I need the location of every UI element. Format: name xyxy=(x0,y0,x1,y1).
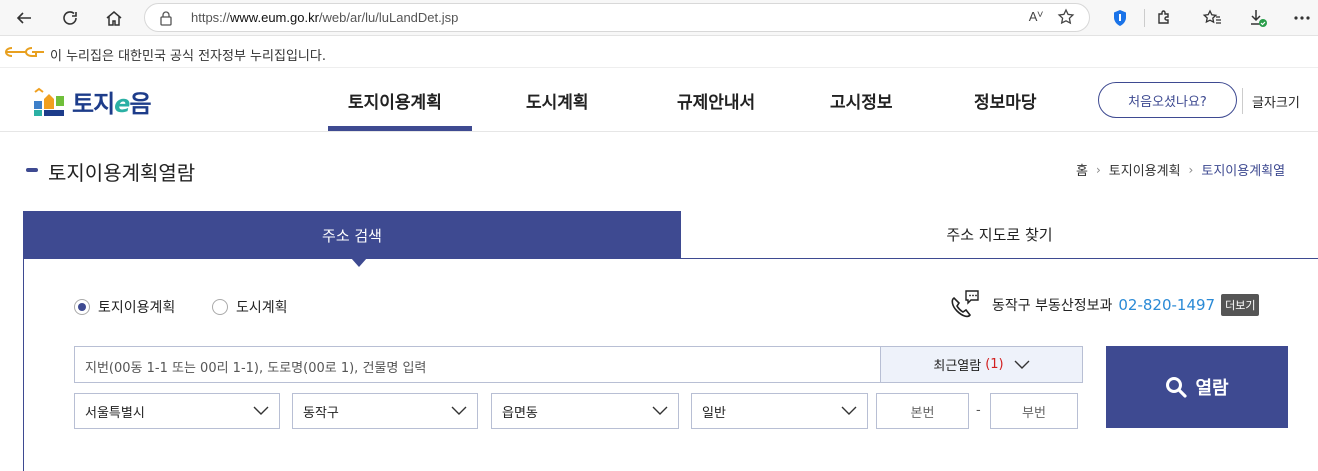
breadcrumb-current: 토지이용계획열 xyxy=(1201,164,1286,179)
first-visit-button[interactable]: 처음오셨나요? xyxy=(1098,82,1237,118)
sido-select[interactable]: 서울특별시 xyxy=(74,393,280,429)
emd-select[interactable]: 읍면동 xyxy=(491,393,679,429)
puzzle-icon xyxy=(1158,10,1169,24)
radio-dot xyxy=(78,303,86,311)
sigungu-select[interactable]: 동작구 xyxy=(292,393,478,429)
chevron-down-icon xyxy=(1014,360,1030,369)
radio-circle[interactable] xyxy=(212,299,228,315)
favorites-button[interactable] xyxy=(1198,4,1226,32)
nav-notice-info[interactable]: 고시정보 xyxy=(830,88,893,113)
downloads-button[interactable] xyxy=(1244,4,1272,32)
page-title: 토지이용계획열람 xyxy=(48,161,196,185)
chevron-down-icon xyxy=(451,406,467,415)
address-bar[interactable]: https://www.eum.go.kr/web/ar/lu/luLandDe… xyxy=(144,3,1090,32)
font-size-button[interactable]: 글자크기 xyxy=(1252,92,1300,111)
emd-value: 읍면동 xyxy=(502,405,538,421)
address-search-input[interactable]: 지번(00동 1-1 또는 00리 1-1), 도로명(00로 1), 건물명 … xyxy=(74,346,881,383)
recent-count: (1) xyxy=(985,357,1004,372)
sigungu-value: 동작구 xyxy=(303,405,339,421)
recent-label: 최근열람 xyxy=(933,359,982,374)
gov-banner: 이 누리집은 대한민국 공식 전자정부 누리집입니다. xyxy=(0,36,1318,68)
sido-value: 서울특별시 xyxy=(85,405,145,421)
refresh-icon xyxy=(63,11,77,25)
arrow-left-icon xyxy=(16,12,31,24)
lot-dash: - xyxy=(976,403,981,418)
ellipsis-icon xyxy=(1294,16,1310,20)
home-button[interactable] xyxy=(100,4,128,32)
search-icon xyxy=(1166,377,1188,398)
title-marker xyxy=(26,168,38,172)
radio-urban-plan[interactable]: 도시계획 xyxy=(212,297,288,317)
tab-map-search[interactable]: 주소 지도로 찾기 xyxy=(681,211,1318,259)
radio-land-use-plan[interactable]: 토지이용계획 xyxy=(74,297,175,317)
sub-lot-input[interactable]: 부번 xyxy=(990,393,1078,429)
breadcrumb-home[interactable]: 홈 xyxy=(1076,160,1088,179)
star-icon[interactable] xyxy=(1057,8,1075,26)
back-button[interactable] xyxy=(10,4,38,32)
shield-extension-button[interactable] xyxy=(1106,4,1134,32)
active-menu-underline xyxy=(328,126,472,131)
download-icon xyxy=(1251,10,1267,27)
nav-urban-plan[interactable]: 도시계획 xyxy=(526,88,589,113)
land-type-value: 일반 xyxy=(702,405,726,421)
phone-number[interactable]: 02-820-1497 xyxy=(1118,296,1215,314)
url-text[interactable]: https://www.eum.go.kr/web/ar/lu/luLandDe… xyxy=(191,10,458,25)
radio-label: 도시계획 xyxy=(236,300,288,316)
nav-regulation-guide[interactable]: 규제안내서 xyxy=(677,88,755,113)
toolbar-divider xyxy=(1144,9,1145,27)
refresh-button[interactable] xyxy=(56,4,84,32)
view-button-label: 열람 xyxy=(1195,378,1229,399)
chevron-right-icon: › xyxy=(1095,162,1101,177)
gov-banner-text: 이 누리집은 대한민국 공식 전자정부 누리집입니다. xyxy=(50,49,326,64)
header-divider xyxy=(1242,88,1243,114)
read-aloud-button[interactable]: Aⱽ xyxy=(1029,9,1043,25)
lock-icon[interactable] xyxy=(159,10,173,26)
main-lot-input[interactable]: 본번 xyxy=(876,393,969,429)
active-tab-pointer xyxy=(351,258,367,267)
chevron-down-icon xyxy=(652,406,668,415)
land-type-select[interactable]: 일반 xyxy=(691,393,868,429)
chevron-right-icon: › xyxy=(1188,162,1194,177)
chevron-down-icon xyxy=(841,406,857,415)
recent-views-dropdown[interactable]: 최근열람 (1) xyxy=(880,346,1083,383)
site-header: 토지e음 토지이용계획 도시계획 규제안내서 고시정보 정보마당 처음오셨나요?… xyxy=(0,68,1318,132)
egov-logo-icon xyxy=(4,47,44,57)
tab-address-search[interactable]: 주소 검색 xyxy=(23,211,681,259)
radio-label: 토지이용계획 xyxy=(98,300,176,316)
breadcrumb: 홈 › 토지이용계획 › 토지이용계획열 xyxy=(1076,160,1286,180)
home-icon xyxy=(106,11,122,26)
site-logo[interactable]: 토지e음 xyxy=(32,84,152,119)
browser-toolbar: https://www.eum.go.kr/web/ar/lu/luLandDe… xyxy=(0,0,1318,36)
phone-chat-icon xyxy=(951,290,979,318)
chevron-down-icon xyxy=(253,406,269,415)
contact-info: 동작구 부동산정보과 02-820-1497 더보기 xyxy=(948,288,1260,322)
favorites-icon xyxy=(1202,9,1221,24)
nav-land-use-plan[interactable]: 토지이용계획 xyxy=(348,88,442,113)
view-button[interactable]: 열람 xyxy=(1106,346,1288,428)
department-name: 동작구 부동산정보과 xyxy=(992,298,1113,314)
extensions-button[interactable] xyxy=(1150,4,1178,32)
shield-icon xyxy=(1114,10,1126,26)
site-name: 토지e음 xyxy=(72,90,152,118)
more-button[interactable]: 더보기 xyxy=(1221,294,1260,316)
more-menu-button[interactable] xyxy=(1288,4,1316,32)
nav-info-square[interactable]: 정보마당 xyxy=(974,88,1037,113)
logo-mark-icon xyxy=(34,87,64,116)
radio-circle[interactable] xyxy=(74,299,90,315)
breadcrumb-land-use-plan[interactable]: 토지이용계획 xyxy=(1109,160,1181,179)
